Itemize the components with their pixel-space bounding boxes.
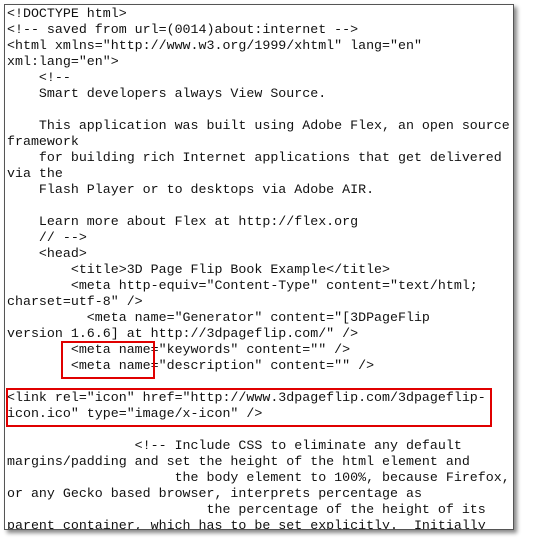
source-line: parent container, which has to be set ex… bbox=[7, 518, 486, 530]
source-line: the percentage of the height of its bbox=[7, 502, 486, 517]
source-line: framework bbox=[7, 134, 79, 149]
highlight-meta-name bbox=[61, 341, 155, 379]
source-line: Flash Player or to desktops via Adobe AI… bbox=[7, 182, 375, 197]
source-line: <meta name="Generator" content="[3DPageF… bbox=[7, 310, 430, 325]
view-source-window: <!DOCTYPE html> <!-- saved from url=(0014… bbox=[4, 4, 514, 530]
source-line: This application was built using Adobe F… bbox=[7, 118, 510, 133]
source-line: version 1.6.6] at http://3dpageflip.com/… bbox=[7, 326, 359, 341]
source-line: <!-- bbox=[7, 70, 71, 85]
source-line bbox=[7, 198, 510, 214]
source-line: the body element to 100%, because Firefo… bbox=[7, 470, 510, 485]
source-line: charset=utf-8" /> bbox=[7, 294, 143, 309]
source-line bbox=[7, 102, 510, 118]
source-line: <!-- saved from url=(0014)about:internet… bbox=[7, 22, 359, 37]
source-line: via the bbox=[7, 166, 63, 181]
source-line: <head> bbox=[7, 246, 87, 261]
source-line: <!-- Include CSS to eliminate any defaul… bbox=[7, 438, 462, 453]
source-line: <title>3D Page Flip Book Example</title> bbox=[7, 262, 391, 277]
source-line: // --> bbox=[7, 230, 87, 245]
highlight-link-icon bbox=[6, 388, 492, 427]
source-line: margins/padding and set the height of th… bbox=[7, 454, 470, 469]
source-line: for building rich Internet applications … bbox=[7, 150, 502, 165]
source-line: <html xmlns="http://www.w3.org/1999/xhtm… bbox=[7, 38, 422, 53]
source-line: or any Gecko based browser, interprets p… bbox=[7, 486, 422, 501]
source-line: <meta http-equiv="Content-Type" content=… bbox=[7, 278, 478, 293]
source-line: <!DOCTYPE html> bbox=[7, 6, 127, 21]
source-line: Learn more about Flex at http://flex.org bbox=[7, 214, 359, 229]
source-code: <!DOCTYPE html> <!-- saved from url=(0014… bbox=[7, 6, 510, 530]
source-line: xml:lang="en"> bbox=[7, 54, 119, 69]
source-line: Smart developers always View Source. bbox=[7, 86, 327, 101]
